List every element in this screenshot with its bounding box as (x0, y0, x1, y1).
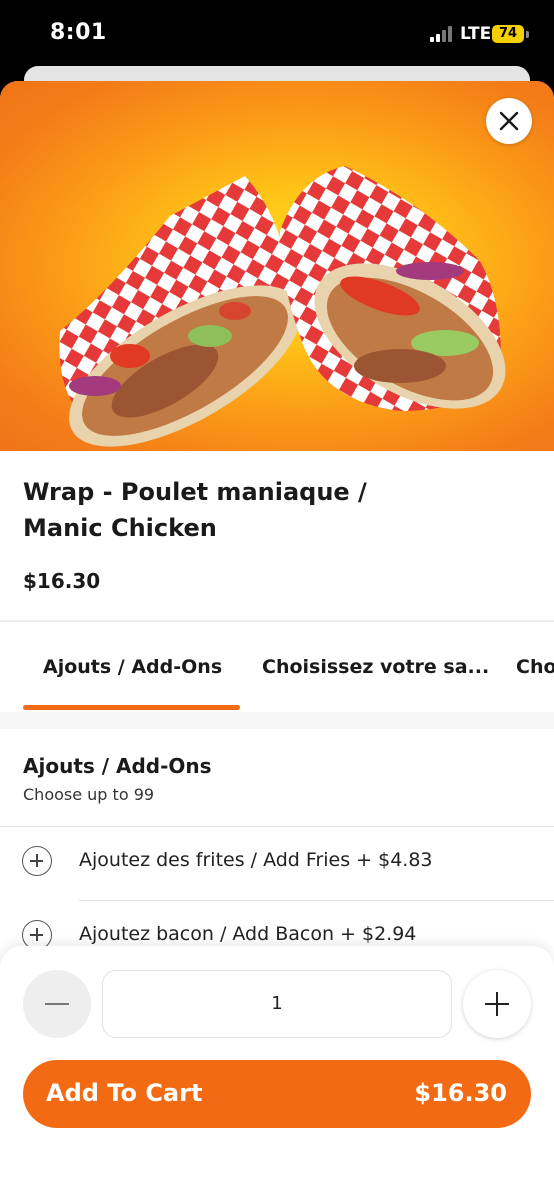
increase-quantity-button[interactable] (463, 970, 531, 1038)
status-bar: 8:01 LTE 74 (0, 0, 554, 70)
add-to-cart-button[interactable]: Add To Cart $16.30 (23, 1060, 531, 1128)
divider (0, 826, 554, 827)
tab-choose-more[interactable]: Cho (516, 656, 554, 678)
plus-circle-icon[interactable] (22, 846, 52, 876)
network-label: LTE (460, 24, 492, 44)
option-label: Ajoutez des frites / Add Fries + $4.83 (79, 849, 433, 871)
item-price: $16.30 (23, 569, 101, 593)
add-to-cart-label: Add To Cart (46, 1079, 203, 1107)
cart-bar: 1 Add To Cart $16.30 (0, 946, 554, 1200)
status-time: 8:01 (50, 20, 107, 45)
section-spacer (0, 712, 554, 729)
item-hero (0, 81, 554, 451)
item-detail-sheet: Wrap - Poulet maniaque / Manic Chicken $… (0, 81, 554, 1200)
wrap-photo (59, 166, 506, 447)
section-title: Ajouts / Add-Ons (23, 754, 212, 778)
item-title: Wrap - Poulet maniaque / Manic Chicken (23, 478, 367, 542)
divider (79, 900, 554, 901)
active-tab-indicator (23, 705, 240, 710)
decrease-quantity-button[interactable] (23, 970, 91, 1038)
section-subtitle: Choose up to 99 (23, 785, 155, 804)
option-add-fries[interactable]: Ajoutez des frites / Add Fries + $4.83 (0, 828, 554, 900)
close-icon (499, 111, 519, 131)
tab-add-ons[interactable]: Ajouts / Add-Ons (43, 656, 222, 678)
close-button[interactable] (486, 98, 532, 144)
battery-icon: 74 (492, 25, 524, 43)
quantity-field[interactable]: 1 (102, 970, 452, 1038)
option-tabs: Ajouts / Add-Ons Choisissez votre sa... … (0, 622, 554, 712)
option-label: Ajoutez bacon / Add Bacon + $2.94 (79, 923, 417, 945)
add-to-cart-price: $16.30 (414, 1079, 507, 1107)
tab-choose-sauce[interactable]: Choisissez votre sa... (262, 656, 489, 678)
battery-tip (526, 31, 529, 38)
signal-icon (430, 26, 454, 42)
